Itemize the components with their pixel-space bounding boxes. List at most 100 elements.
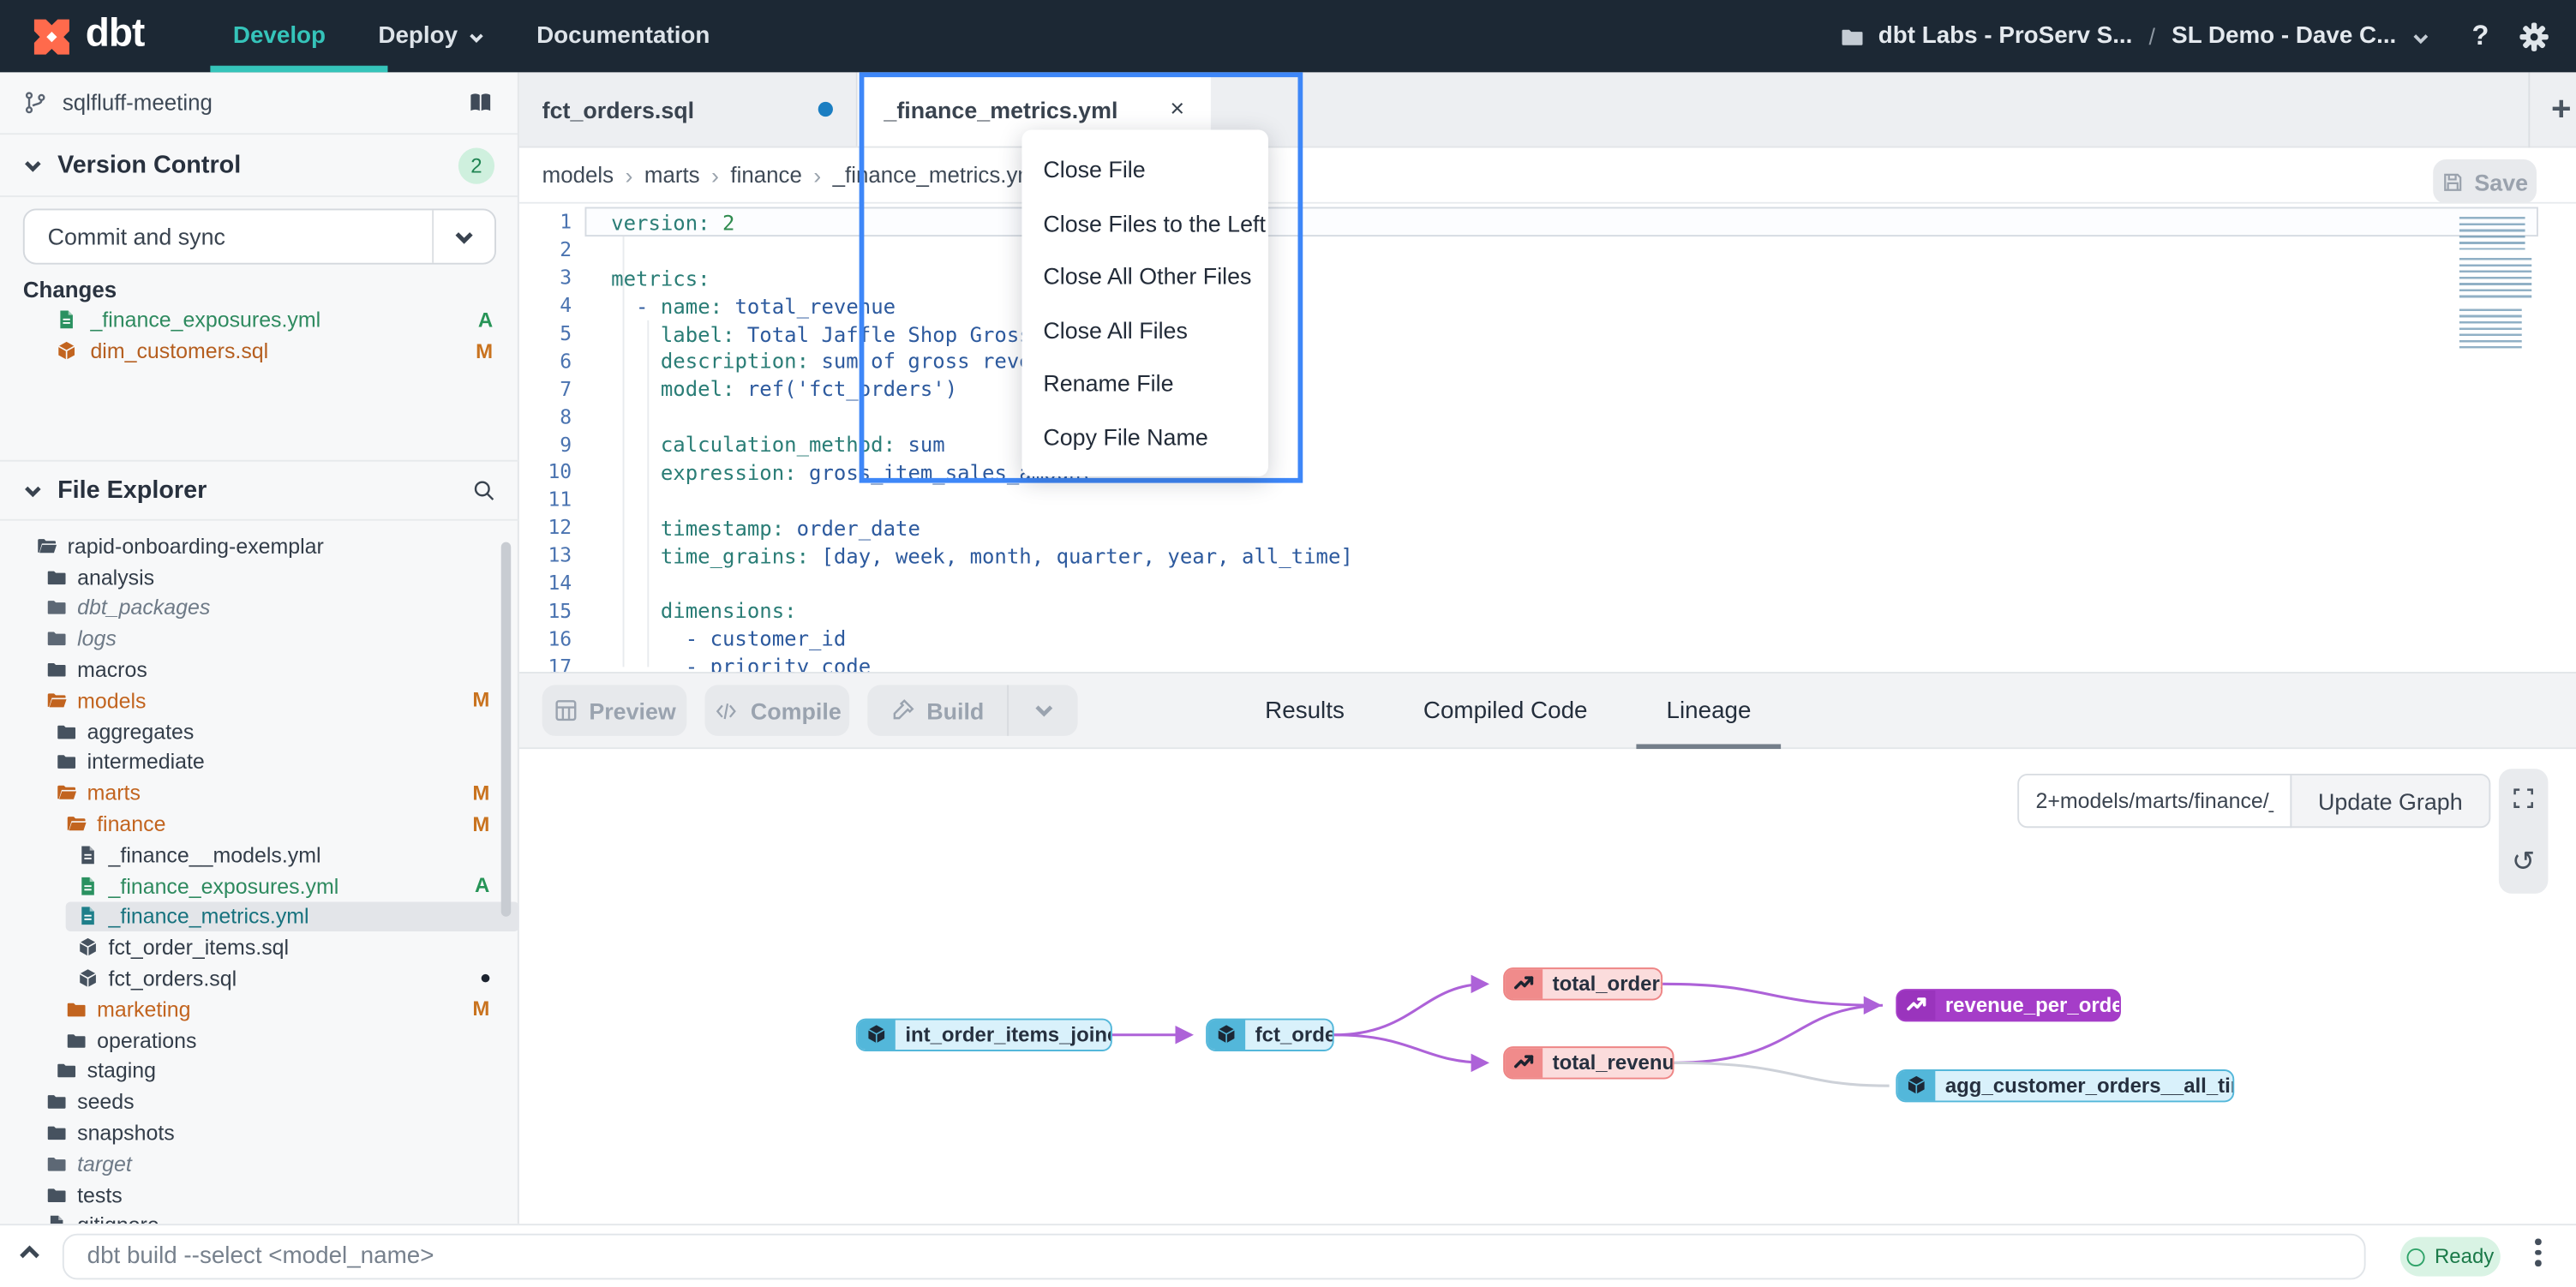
chevron-up-icon[interactable] [16,1240,43,1266]
tree-item-dbt-packages[interactable]: dbt_packages [0,592,519,623]
menu-item-close-all-other[interactable]: Close All Other Files [1021,249,1268,302]
lineage-node-agg-customer-orders-all-time[interactable]: agg_customer_orders__all_time [1896,1069,2234,1101]
reset-view-icon[interactable]: ↺ [2512,847,2535,876]
folder-icon [46,1152,68,1174]
yaml-file-icon [77,844,99,865]
close-icon[interactable]: × [1170,97,1184,122]
tree-item-staging[interactable]: staging [0,1056,519,1086]
compile-button[interactable]: Compile [704,685,849,735]
kebab-menu-icon[interactable] [2535,1238,2541,1266]
tree-item-macros[interactable]: macros [0,654,519,685]
tree-item-finance-metrics-yml[interactable]: _finance_metrics.yml [66,901,519,932]
breadcrumb-finance[interactable]: finance [730,163,801,188]
tree-item-gitignore[interactable]: gitignore [0,1210,519,1224]
tree-item-finance[interactable]: finance M [0,809,519,840]
unsaved-changes-dot [818,102,833,117]
tree-item-marts[interactable]: marts M [0,778,519,809]
tree-item-intermediate[interactable]: intermediate [0,746,519,777]
tree-item-target[interactable]: target [0,1148,519,1179]
yaml-file-icon [56,308,77,330]
commit-and-sync-button[interactable]: Commit and sync [23,208,496,264]
breadcrumb-marts[interactable]: marts [644,163,700,188]
chevron-down-icon[interactable] [2411,29,2429,47]
tab-fct-orders-sql[interactable]: fct_orders.sql [519,72,858,146]
lineage-node-total-orders[interactable]: total_orders [1503,967,1662,999]
folder-icon [56,751,77,773]
help-icon[interactable]: ? [2471,20,2489,52]
lineage-node-revenue-per-order[interactable]: revenue_per_order [1896,989,2121,1021]
dbt-logo[interactable]: dbt [30,14,145,58]
tree-item-tests[interactable]: tests [0,1179,519,1210]
tree-item-operations[interactable]: operations [0,1025,519,1056]
gear-icon[interactable] [2519,21,2549,51]
breadcrumb-separator: › [711,162,719,189]
tab-lineage[interactable]: Lineage [1667,673,1752,747]
commit-options-button[interactable] [432,210,494,262]
folder-open-icon [36,536,57,557]
branch-name[interactable]: sqlfluff-meeting [63,90,213,115]
search-icon[interactable] [471,478,496,503]
build-options-button[interactable] [1007,685,1077,735]
menu-item-close-files-left[interactable]: Close Files to the Left [1021,196,1268,249]
project-name[interactable]: SL Demo - Dave C... [2172,23,2396,50]
model-cube-icon [858,1021,896,1050]
code-editor[interactable]: 1version: 2 2 3metrics: 4 - name: total_… [519,204,2576,672]
code-line: 8 [519,403,2576,430]
lineage-node-int-order-items-joined[interactable]: int_order_items_joined [856,1019,1112,1051]
app-window: dbt Develop Deploy Documentation dbt Lab… [0,0,2576,1286]
nav-deploy[interactable]: Deploy [352,0,511,72]
project-folder-icon [1841,24,1866,49]
changed-file-finance-exposures[interactable]: _finance_exposures.yml A [0,304,519,335]
fullscreen-icon[interactable] [2512,787,2535,811]
docs-book-icon[interactable] [466,90,494,115]
new-tab-button[interactable]: + [2537,86,2576,135]
code-line: 14 [519,569,2576,596]
tab-results[interactable]: Results [1265,673,1345,747]
tree-item-finance-exposures-yml[interactable]: _finance_exposures.yml A [0,871,519,901]
dbt-command-input[interactable] [63,1234,2366,1280]
menu-item-copy-file-name[interactable]: Copy File Name [1021,410,1268,463]
lineage-node-total-revenue[interactable]: total_revenue [1503,1046,1674,1078]
editor-minimap[interactable] [2459,217,2535,356]
lineage-filter-input[interactable] [2017,774,2291,828]
file-tree-scrollbar[interactable] [501,542,512,917]
file-explorer-header[interactable]: File Explorer [0,460,519,521]
code-line: 9 calculation_method: sum [519,431,2576,458]
changes-count-badge: 2 [458,147,494,183]
tree-item-models[interactable]: models M [0,685,519,715]
main-nav: Develop Deploy Documentation [207,0,736,72]
breadcrumb-models[interactable]: models [542,163,614,188]
tree-item-aggregates[interactable]: aggregates [0,715,519,746]
tree-item-snapshots[interactable]: snapshots [0,1117,519,1148]
menu-item-close-all[interactable]: Close All Files [1021,303,1268,356]
lineage-node-fct-orders[interactable]: fct_orders [1206,1019,1334,1051]
top-navigation-bar: dbt Develop Deploy Documentation dbt Lab… [0,0,2576,72]
code-line: 15 dimensions: [519,597,2576,625]
account-name[interactable]: dbt Labs - ProServ S... [1878,23,2133,50]
tree-item-rapid-onboarding-exemplar[interactable]: rapid-onboarding-exemplar [0,530,519,561]
nav-develop[interactable]: Develop [207,0,352,72]
chevron-down-icon [23,481,43,500]
tree-item-logs[interactable]: logs [0,623,519,654]
tree-item-finance-models-yml[interactable]: _finance__models.yml [0,840,519,871]
tree-item-analysis[interactable]: analysis [0,561,519,592]
breadcrumb-file[interactable]: _finance_metrics.yml [833,163,1041,188]
menu-item-close-file[interactable]: Close File [1021,143,1268,196]
update-graph-button[interactable]: Update Graph [2290,774,2490,828]
tab-compiled-code[interactable]: Compiled Code [1423,673,1588,747]
preview-button[interactable]: Preview [542,685,687,735]
build-button[interactable]: Build [867,685,1007,735]
nav-documentation[interactable]: Documentation [510,0,736,72]
version-control-header[interactable]: Version Control 2 [0,135,518,197]
menu-item-rename-file[interactable]: Rename File [1021,356,1268,410]
save-button[interactable]: Save [2433,159,2537,204]
folder-icon [46,566,68,588]
code-line: 5 label: Total Jaffle Shop Gross Re [519,320,2576,347]
tree-item-seeds[interactable]: seeds [0,1086,519,1117]
tree-item-fct-order-items-sql[interactable]: fct_order_items.sql [0,932,519,963]
tree-item-marketing[interactable]: marketing M [0,994,519,1025]
folder-icon [66,998,87,1020]
tree-item-fct-orders-sql[interactable]: fct_orders.sql [0,963,519,994]
changed-file-dim-customers[interactable]: dim_customers.sql M [0,335,519,366]
folder-icon [46,597,68,619]
